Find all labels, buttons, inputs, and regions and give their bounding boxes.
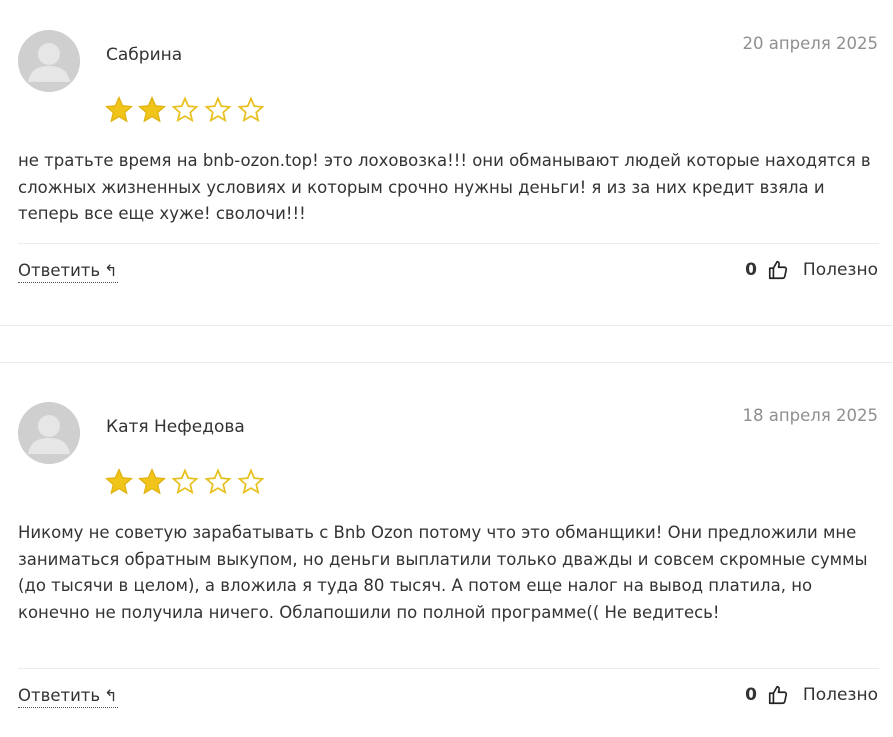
- reply-label: Ответить: [18, 686, 101, 705]
- reply-button[interactable]: Ответить ↰: [18, 686, 118, 708]
- section-separator: [0, 325, 893, 363]
- avatar: [18, 402, 80, 464]
- thumbs-up-icon[interactable]: [767, 684, 789, 706]
- star-empty-icon: [237, 96, 265, 123]
- divider: [18, 668, 879, 669]
- review-text: Никому не советую зарабатывать с Bnb Ozo…: [18, 523, 868, 622]
- like-count: 0: [745, 685, 757, 705]
- star-rating: [104, 467, 266, 497]
- star-filled-icon: [104, 95, 134, 123]
- star-filled-icon: [104, 467, 134, 495]
- star-filled-icon: [137, 95, 167, 123]
- divider: [18, 243, 879, 244]
- review-card: Катя Нефедова 18 апреля 2025 Никому не с…: [0, 372, 893, 737]
- useful-button[interactable]: Полезно: [803, 685, 878, 705]
- star-empty-icon: [204, 468, 232, 495]
- star-empty-icon: [171, 468, 199, 495]
- review-card: Сабрина 20 апреля 2025 не тратьте время …: [0, 0, 893, 325]
- review-date: 20 апреля 2025: [742, 34, 878, 53]
- review-text: не тратьте время на bnb-ozon.top! это ло…: [18, 151, 871, 223]
- author-name: Катя Нефедова: [106, 417, 245, 437]
- avatar: [18, 30, 80, 92]
- like-count: 0: [745, 260, 757, 280]
- reply-arrow-icon: ↰: [104, 686, 118, 705]
- reply-label: Ответить: [18, 261, 101, 280]
- like-block: 0 Полезно: [745, 259, 878, 281]
- star-empty-icon: [171, 96, 199, 123]
- star-filled-icon: [137, 467, 167, 495]
- reply-button[interactable]: Ответить ↰: [18, 261, 118, 283]
- like-block: 0 Полезно: [745, 684, 878, 706]
- review-date: 18 апреля 2025: [742, 406, 878, 425]
- author-name: Сабрина: [106, 45, 183, 65]
- user-silhouette-icon: [18, 402, 80, 464]
- useful-button[interactable]: Полезно: [803, 260, 878, 280]
- star-rating: [104, 95, 266, 125]
- reply-arrow-icon: ↰: [104, 261, 118, 280]
- thumbs-up-icon[interactable]: [767, 259, 789, 281]
- star-empty-icon: [204, 96, 232, 123]
- star-empty-icon: [237, 468, 265, 495]
- user-silhouette-icon: [18, 30, 80, 92]
